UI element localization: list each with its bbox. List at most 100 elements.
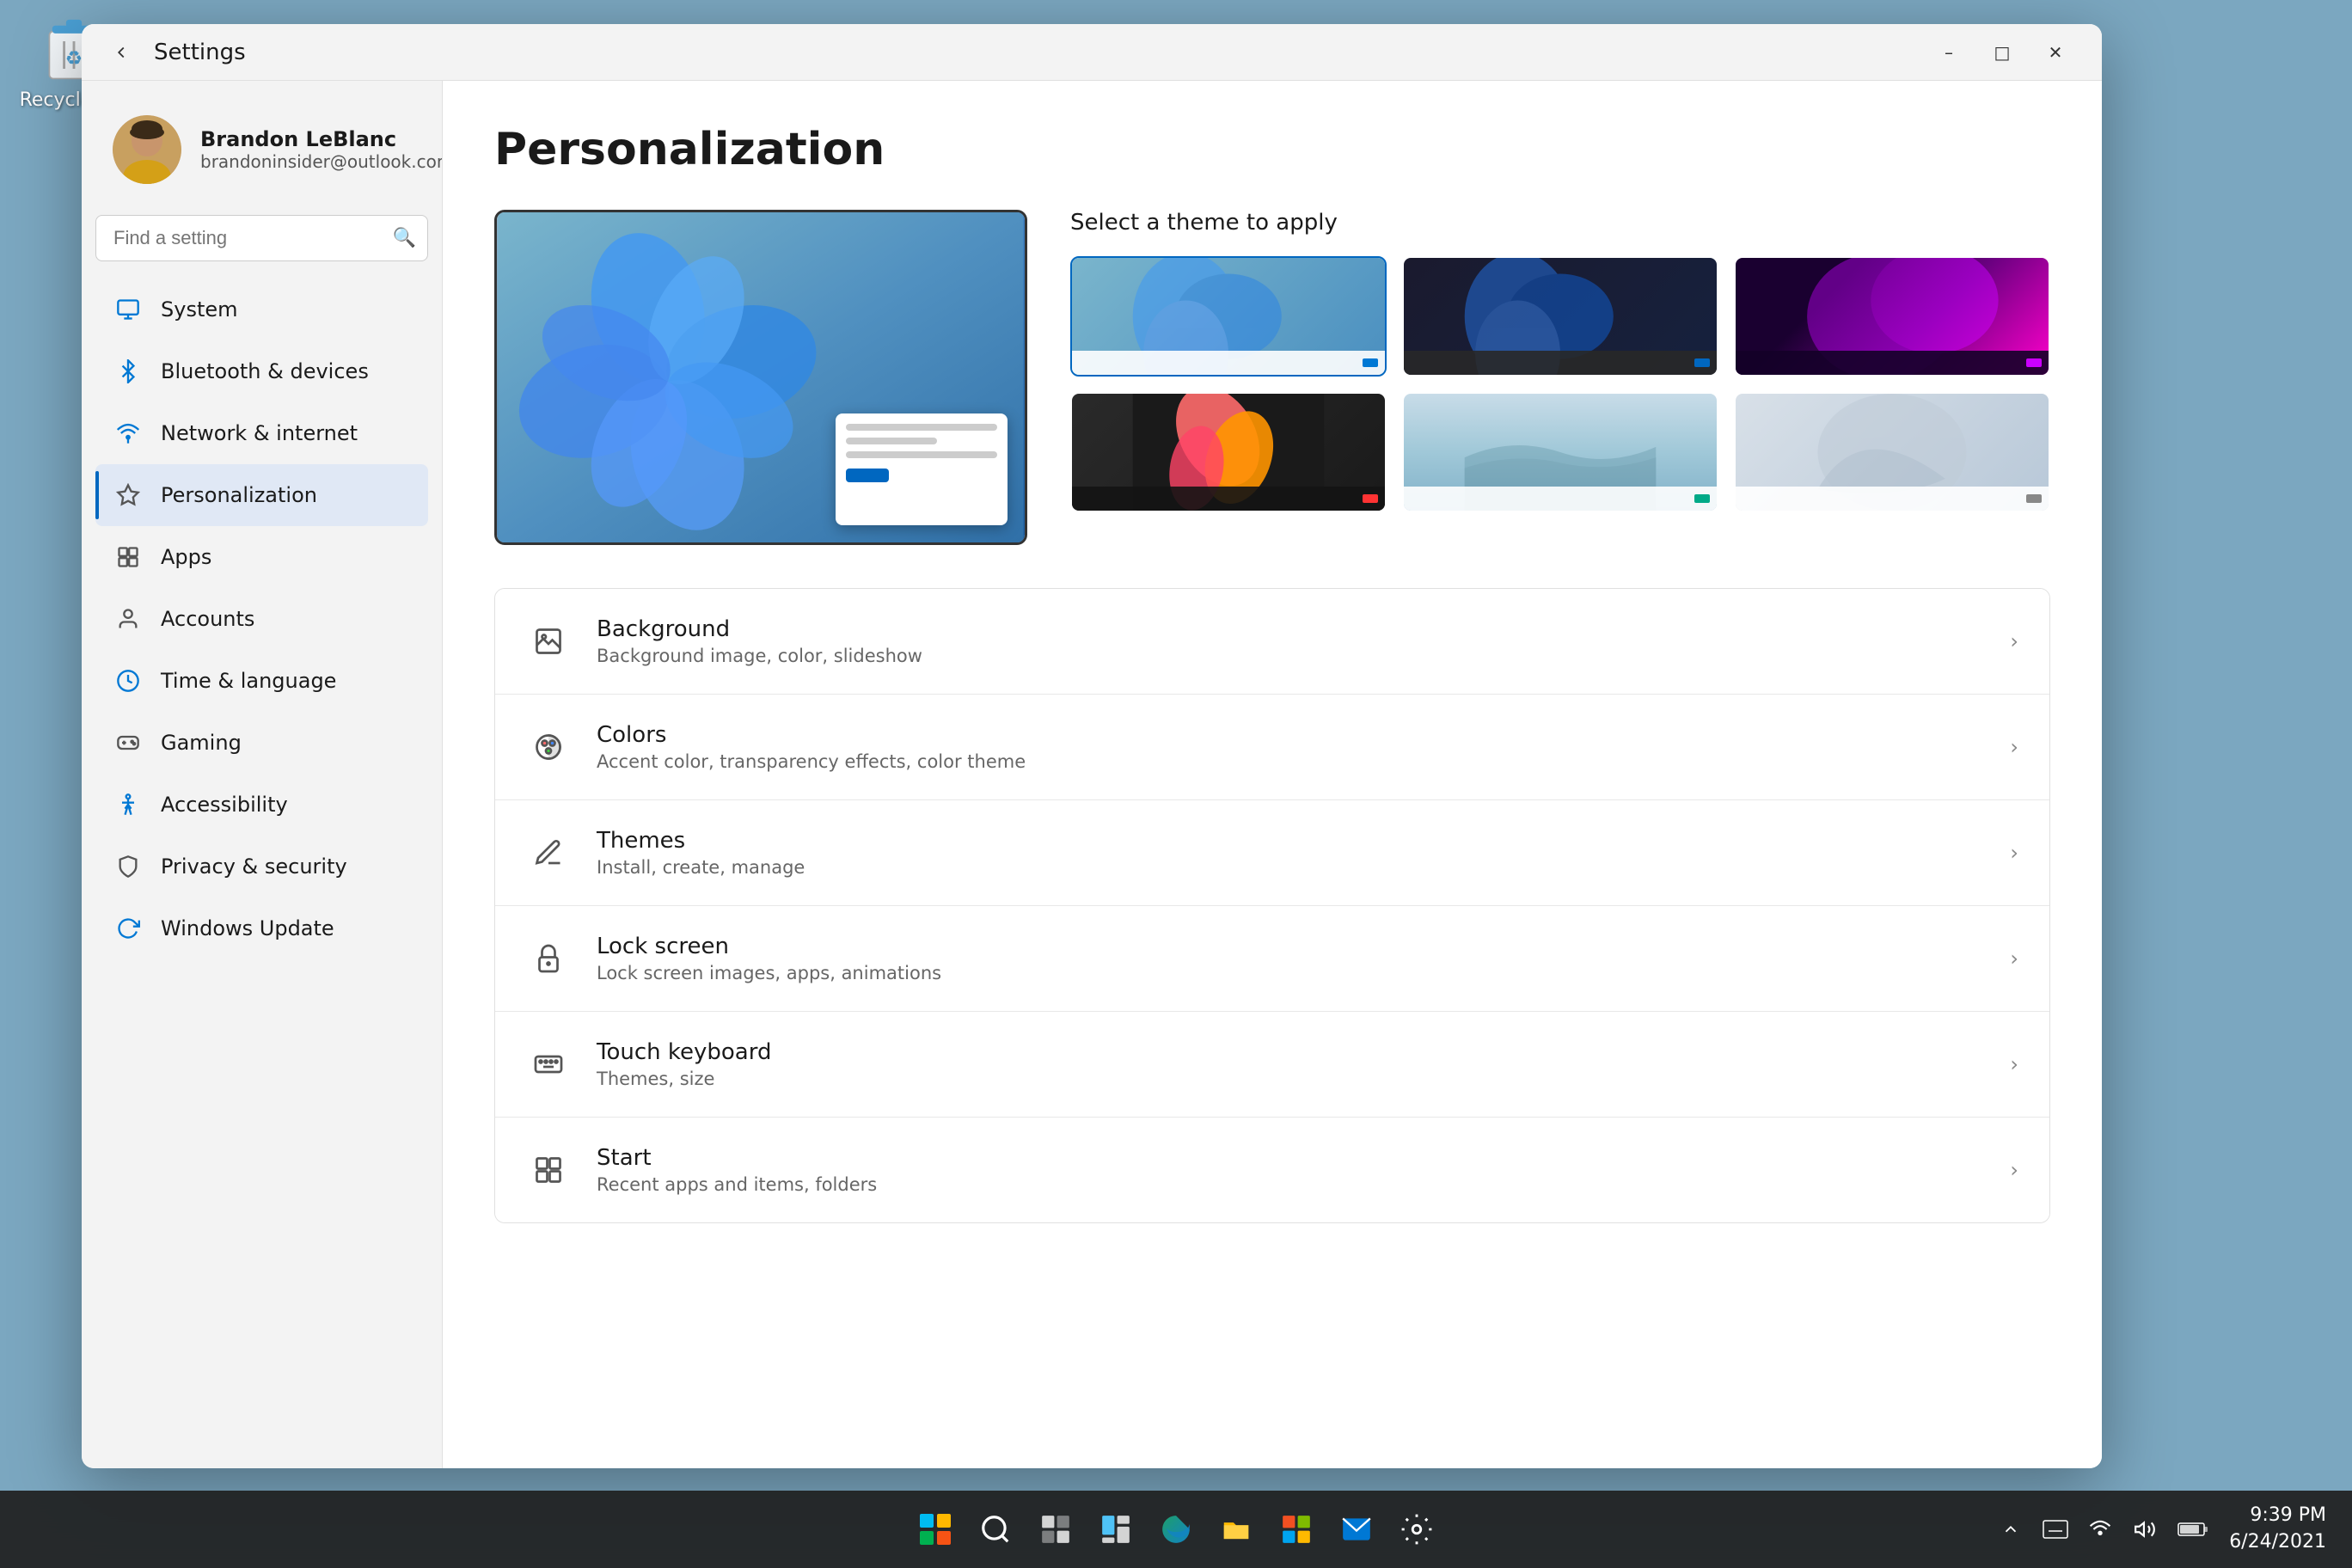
sidebar-item-label: Accessibility: [161, 793, 288, 817]
taskbar-settings-button[interactable]: [1394, 1507, 1439, 1552]
time-icon: [113, 665, 144, 696]
preview-window: [836, 413, 1008, 525]
network-icon: [113, 418, 144, 449]
theme-card-abstract[interactable]: [1734, 392, 2050, 512]
user-profile[interactable]: Brandon LeBlanc brandoninsider@outlook.c…: [95, 101, 428, 198]
sidebar-item-system[interactable]: System: [95, 279, 428, 340]
edge-button[interactable]: [1154, 1507, 1198, 1552]
theme-card-water[interactable]: [1402, 392, 1718, 512]
theme-selector: Select a theme to apply: [1070, 210, 2050, 512]
sidebar-item-privacy[interactable]: Privacy & security: [95, 836, 428, 897]
sidebar-item-accessibility[interactable]: Accessibility: [95, 774, 428, 836]
start-button[interactable]: [913, 1507, 958, 1552]
theme-preview: [494, 210, 1027, 545]
wifi-icon[interactable]: [2085, 1514, 2116, 1545]
sidebar-item-label: Accounts: [161, 607, 254, 631]
mail-button[interactable]: [1334, 1507, 1379, 1552]
settings-item-start[interactable]: Start Recent apps and items, folders ›: [495, 1118, 2049, 1222]
lock-screen-text: Lock screen Lock screen images, apps, an…: [597, 934, 1984, 983]
lock-screen-title: Lock screen: [597, 934, 1984, 959]
search-input[interactable]: [95, 215, 428, 261]
sidebar-item-update[interactable]: Windows Update: [95, 897, 428, 959]
clock-time: 9:39 PM: [2229, 1503, 2326, 1529]
taskbar-center: [913, 1507, 1439, 1552]
sidebar-item-label: Apps: [161, 545, 211, 569]
sidebar-item-accounts[interactable]: Accounts: [95, 588, 428, 650]
keyboard-tray-icon: [2040, 1514, 2071, 1545]
theme-grid: [1070, 256, 2050, 512]
gaming-icon: [113, 727, 144, 758]
colors-title: Colors: [597, 722, 1984, 748]
window-title: Settings: [154, 40, 246, 65]
tray-overflow-button[interactable]: [1995, 1514, 2026, 1545]
colors-desc: Accent color, transparency effects, colo…: [597, 751, 1984, 772]
theme-card-win11-dark[interactable]: [1402, 256, 1718, 377]
volume-icon[interactable]: [2129, 1514, 2160, 1545]
minimize-button[interactable]: –: [1923, 33, 1975, 72]
theme-card-floral[interactable]: [1070, 392, 1387, 512]
colors-text: Colors Accent color, transparency effect…: [597, 722, 1984, 772]
update-icon: [113, 913, 144, 944]
title-bar: Settings – □ ✕: [82, 24, 2102, 81]
task-view-button[interactable]: [1033, 1507, 1078, 1552]
battery-icon[interactable]: [2174, 1514, 2212, 1545]
nav-list: System Bluetooth & devices: [95, 279, 428, 959]
sidebar-item-gaming[interactable]: Gaming: [95, 712, 428, 774]
themes-chevron: ›: [2010, 841, 2018, 865]
settings-list: Background Background image, color, slid…: [494, 588, 2050, 1223]
taskbar-clock[interactable]: 9:39 PM 6/24/2021: [2229, 1503, 2326, 1556]
taskbar: 9:39 PM 6/24/2021: [0, 1491, 2352, 1568]
accessibility-icon: [113, 789, 144, 820]
clock-date: 6/24/2021: [2229, 1529, 2326, 1556]
sidebar-item-label: Bluetooth & devices: [161, 359, 369, 383]
user-email: brandoninsider@outlook.com: [200, 151, 443, 172]
widgets-button[interactable]: [1093, 1507, 1138, 1552]
settings-item-lock-screen[interactable]: Lock screen Lock screen images, apps, an…: [495, 906, 2049, 1012]
sidebar-item-apps[interactable]: Apps: [95, 526, 428, 588]
search-icon: 🔍: [393, 228, 416, 249]
theme-selector-title: Select a theme to apply: [1070, 210, 2050, 236]
content-area: Brandon LeBlanc brandoninsider@outlook.c…: [82, 81, 2102, 1468]
sidebar-item-bluetooth[interactable]: Bluetooth & devices: [95, 340, 428, 402]
sidebar-item-network[interactable]: Network & internet: [95, 402, 428, 464]
settings-item-colors[interactable]: Colors Accent color, transparency effect…: [495, 695, 2049, 800]
touch-keyboard-icon: [526, 1042, 571, 1087]
system-tray: [1995, 1514, 2212, 1545]
start-desc: Recent apps and items, folders: [597, 1174, 1984, 1195]
start-chevron: ›: [2010, 1158, 2018, 1182]
touch-keyboard-title: Touch keyboard: [597, 1039, 1984, 1065]
close-button[interactable]: ✕: [2030, 33, 2081, 72]
maximize-button[interactable]: □: [1976, 33, 2028, 72]
user-info: Brandon LeBlanc brandoninsider@outlook.c…: [200, 127, 443, 172]
sidebar-item-label: Network & internet: [161, 421, 358, 445]
bluetooth-icon: [113, 356, 144, 387]
user-name: Brandon LeBlanc: [200, 127, 443, 151]
themes-icon: [526, 830, 571, 875]
store-button[interactable]: [1274, 1507, 1319, 1552]
apps-icon: [113, 542, 144, 573]
settings-item-themes[interactable]: Themes Install, create, manage ›: [495, 800, 2049, 906]
touch-keyboard-chevron: ›: [2010, 1052, 2018, 1076]
window-controls: – □ ✕: [1923, 33, 2081, 72]
page-title: Personalization: [494, 124, 2050, 175]
sidebar-item-time[interactable]: Time & language: [95, 650, 428, 712]
sidebar-item-label: Personalization: [161, 483, 317, 507]
sidebar-item-personalization[interactable]: Personalization: [95, 464, 428, 526]
theme-card-purple[interactable]: [1734, 256, 2050, 377]
privacy-icon: [113, 851, 144, 882]
sidebar-item-label: Gaming: [161, 731, 242, 755]
colors-chevron: ›: [2010, 735, 2018, 759]
sidebar-item-label: System: [161, 297, 238, 322]
sidebar: Brandon LeBlanc brandoninsider@outlook.c…: [82, 81, 443, 1468]
avatar: [113, 115, 181, 184]
file-explorer-button[interactable]: [1214, 1507, 1259, 1552]
theme-card-win11-light[interactable]: [1070, 256, 1387, 377]
theme-section: Select a theme to apply: [494, 210, 2050, 545]
back-button[interactable]: [102, 34, 140, 71]
themes-text: Themes Install, create, manage: [597, 828, 1984, 878]
lock-screen-desc: Lock screen images, apps, animations: [597, 963, 1984, 983]
settings-item-background[interactable]: Background Background image, color, slid…: [495, 589, 2049, 695]
settings-item-touch-keyboard[interactable]: Touch keyboard Themes, size ›: [495, 1012, 2049, 1118]
system-icon: [113, 294, 144, 325]
taskbar-search-button[interactable]: [973, 1507, 1018, 1552]
